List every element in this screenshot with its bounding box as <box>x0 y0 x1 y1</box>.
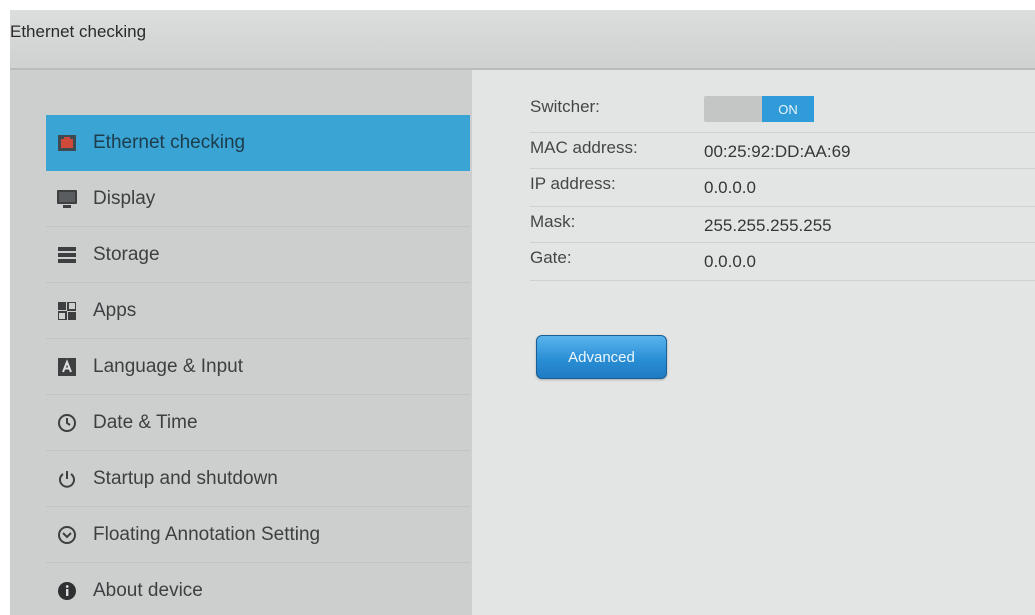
sidebar-item-label: Startup and shutdown <box>93 467 278 489</box>
ip-address-row: IP address: 0.0.0.0 <box>530 169 1035 207</box>
chevron-circle-icon <box>56 524 78 546</box>
sidebar-item-label: Language & Input <box>93 355 244 377</box>
gate-value: 0.0.0.0 <box>704 252 756 271</box>
clock-icon <box>56 412 78 434</box>
sidebar-item-label: Storage <box>93 243 160 265</box>
sidebar-item-about-device[interactable]: About device <box>46 563 470 615</box>
settings-screen: Ethernet checking Ethernet checking Disp… <box>10 10 1035 615</box>
toggle-on-state: ON <box>762 96 814 122</box>
language-icon <box>56 356 78 378</box>
ethernet-settings-panel: Switcher: ON MAC address: 00:25:92:DD:AA… <box>472 70 1035 615</box>
sidebar-item-label: Floating Annotation Setting <box>93 523 321 545</box>
display-icon <box>56 188 78 210</box>
settings-sidebar: Ethernet checking Display Storage Apps L <box>10 70 472 615</box>
sidebar-item-startup-shutdown[interactable]: Startup and shutdown <box>46 451 470 507</box>
mac-address-label: MAC address: <box>530 138 638 157</box>
advanced-button[interactable]: Advanced <box>536 335 667 379</box>
sidebar-item-label: Display <box>93 187 156 209</box>
sidebar-item-label: Date & Time <box>93 411 198 433</box>
sidebar-item-ethernet-checking[interactable]: Ethernet checking <box>46 115 470 171</box>
mask-label: Mask: <box>530 212 576 231</box>
sidebar-item-display[interactable]: Display <box>46 171 470 227</box>
ip-address-value: 0.0.0.0 <box>704 178 756 197</box>
sidebar-item-floating-annotation[interactable]: Floating Annotation Setting <box>46 507 470 563</box>
mac-address-value: 00:25:92:DD:AA:69 <box>704 142 851 161</box>
sidebar-item-language-input[interactable]: Language & Input <box>46 339 470 395</box>
sidebar-item-apps[interactable]: Apps <box>46 283 470 339</box>
mask-value: 255.255.255.255 <box>704 216 832 235</box>
gate-label: Gate: <box>530 248 572 267</box>
ethernet-switcher-toggle[interactable]: ON <box>704 96 814 122</box>
apps-icon <box>56 300 78 322</box>
gate-row: Gate: 0.0.0.0 <box>530 243 1035 281</box>
ethernet-icon <box>56 132 78 154</box>
title-bar: Ethernet checking <box>10 10 1035 70</box>
ip-address-label: IP address: <box>530 174 616 193</box>
sidebar-item-label: Apps <box>93 299 137 321</box>
mask-row: Mask: 255.255.255.255 <box>530 207 1035 243</box>
storage-icon <box>56 244 78 266</box>
sidebar-item-storage[interactable]: Storage <box>46 227 470 283</box>
info-icon <box>56 580 78 602</box>
sidebar-item-label: Ethernet checking <box>93 132 246 153</box>
sidebar-item-date-time[interactable]: Date & Time <box>46 395 470 451</box>
switcher-label: Switcher: <box>530 97 600 116</box>
sidebar-item-label: About device <box>93 580 203 601</box>
mac-address-row: MAC address: 00:25:92:DD:AA:69 <box>530 133 1035 169</box>
power-icon <box>56 468 78 490</box>
window-title: Ethernet checking <box>10 22 147 41</box>
